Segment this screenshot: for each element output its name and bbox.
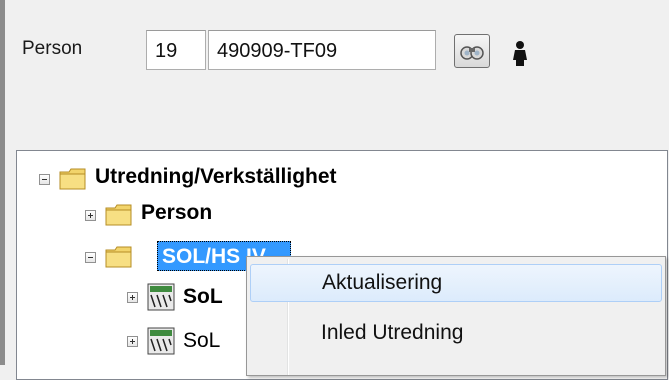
folder-icon bbox=[59, 168, 86, 190]
collapse-toggle-icon[interactable] bbox=[85, 252, 96, 263]
person-number-field[interactable]: 19 bbox=[146, 30, 206, 70]
tree-node-label: Person bbox=[141, 201, 213, 224]
menu-item-label: Aktualisering bbox=[322, 271, 443, 294]
person-icon[interactable] bbox=[512, 40, 528, 66]
tree-node-label: Utredning/Verkställighet bbox=[95, 165, 337, 188]
menu-item-aktualisering[interactable]: Aktualisering bbox=[250, 264, 662, 302]
binoculars-icon bbox=[460, 46, 484, 60]
expand-toggle-icon[interactable] bbox=[127, 336, 138, 347]
menu-item-inled-utredning[interactable]: Inled Utredning bbox=[250, 315, 662, 353]
collapse-toggle-icon[interactable] bbox=[39, 174, 50, 185]
document-icon bbox=[147, 327, 175, 355]
folder-icon bbox=[105, 204, 132, 226]
window-left-border bbox=[0, 0, 5, 365]
context-menu: Aktualisering Inled Utredning bbox=[246, 256, 666, 376]
search-person-button[interactable] bbox=[454, 34, 490, 68]
tree-node-label: SoL bbox=[183, 285, 223, 308]
person-label: Person bbox=[22, 38, 83, 59]
expand-toggle-icon[interactable] bbox=[127, 292, 138, 303]
tree-node-label: SoL bbox=[183, 329, 221, 352]
tree-node-root[interactable]: Utredning/Verkställighet bbox=[39, 165, 439, 199]
document-icon bbox=[147, 283, 175, 311]
tree-node-person[interactable]: Person bbox=[85, 201, 285, 235]
folder-icon bbox=[105, 246, 132, 268]
expand-toggle-icon[interactable] bbox=[85, 210, 96, 221]
person-id-field[interactable]: 490909-TF09 bbox=[208, 30, 436, 70]
menu-item-label: Inled Utredning bbox=[321, 321, 464, 344]
